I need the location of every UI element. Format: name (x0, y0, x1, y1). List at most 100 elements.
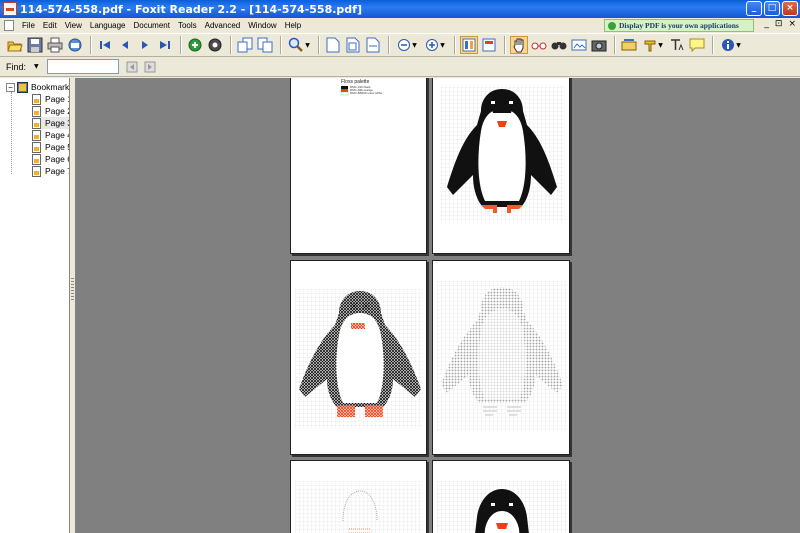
maximize-button[interactable]: □ (764, 1, 780, 16)
penguin-pattern-page (432, 78, 570, 254)
find-button[interactable] (550, 36, 568, 54)
promo-banner[interactable]: Display PDF is your own applications (604, 19, 754, 32)
menu-edit[interactable]: Edit (39, 21, 61, 30)
zoom-in-icon (426, 39, 439, 51)
fit-width-button[interactable] (364, 36, 382, 54)
next-page-button[interactable] (136, 36, 154, 54)
rotate-left-button[interactable] (236, 36, 254, 54)
text-tool-icon (671, 39, 684, 51)
close-button[interactable]: × (782, 1, 798, 16)
zoom-dropdown-caret-icon[interactable]: ▼ (305, 42, 310, 49)
fit-page-button[interactable] (344, 36, 362, 54)
toolbar-separator (280, 36, 282, 54)
print-icon (47, 37, 63, 53)
page-bookmark-icon (32, 153, 41, 165)
document-view[interactable]: Floss palette DMC-310 black DMC-946 oran… (75, 78, 800, 533)
title-bar: 114-574-558.pdf - Foxit Reader 2.2 - [11… (0, 0, 800, 18)
comment-button[interactable] (688, 36, 706, 54)
doc-restore-button[interactable]: ⊡ (775, 19, 783, 29)
print-button[interactable] (46, 36, 64, 54)
first-page-button[interactable] (96, 36, 114, 54)
doc-close-button[interactable]: × (788, 19, 796, 29)
find-options-caret-icon[interactable]: ▼ (34, 63, 39, 70)
sidebar-item-page-1[interactable]: Page 1 (32, 93, 69, 105)
menu-document[interactable]: Document (129, 21, 173, 30)
menu-bar: File Edit View Language Document Tools A… (0, 18, 800, 33)
sidebar-item-page-7[interactable]: Page 7 (32, 165, 69, 177)
typewriter-icon (621, 39, 637, 51)
loupe-button[interactable] (530, 36, 548, 54)
penguin-pattern-figure (439, 85, 565, 223)
rotate-right-button[interactable] (256, 36, 274, 54)
zoom-tool-button[interactable]: ▼ (286, 36, 312, 54)
bookmark-root[interactable]: − Bookmark (6, 81, 69, 93)
sidebar-item-page-5[interactable]: Page 5 (32, 141, 69, 153)
page-bookmark-icon (32, 165, 41, 177)
info-button[interactable]: ▼ (718, 36, 744, 54)
sidebar-item-page-6[interactable]: Page 6 (32, 153, 70, 165)
page-bookmark-icon (32, 93, 41, 105)
zoom-in-button[interactable]: ▼ (422, 36, 448, 54)
last-page-button[interactable] (156, 36, 174, 54)
toolbar-separator (504, 36, 506, 54)
thumbnails-icon (462, 38, 476, 52)
single-page-button[interactable] (480, 36, 498, 54)
bookmark-icon (17, 81, 28, 93)
floss-palette-page: Floss palette DMC-310 black DMC-946 oran… (290, 78, 427, 254)
zoom-in-caret-icon[interactable]: ▼ (440, 42, 445, 49)
rotate-left-icon (237, 37, 253, 53)
sidebar-item-page-2[interactable]: Page 2 (32, 105, 69, 117)
highlight-button[interactable]: ▼ (640, 36, 666, 54)
menu-help[interactable]: Help (281, 21, 305, 30)
last-page-icon (160, 41, 170, 49)
single-page-icon (482, 38, 496, 52)
menu-file[interactable]: File (18, 21, 39, 30)
menu-language[interactable]: Language (86, 21, 130, 30)
first-page-icon (100, 41, 110, 49)
go-back-icon (188, 38, 202, 52)
text-tool-button[interactable] (668, 36, 686, 54)
find-input[interactable] (46, 59, 119, 74)
palette-row: DMC-B5200 snow white (350, 91, 383, 95)
toolbar-separator (388, 36, 390, 54)
sidebar-item-page-3[interactable]: Page 3 (32, 117, 69, 129)
email-button[interactable] (66, 36, 84, 54)
info-caret-icon[interactable]: ▼ (736, 42, 741, 49)
next-page-icon (142, 41, 148, 49)
menu-view[interactable]: View (61, 21, 86, 30)
actual-size-icon (326, 37, 340, 53)
collapse-icon[interactable]: − (6, 82, 15, 92)
splitter-grip-icon[interactable] (71, 278, 74, 300)
hand-tool-button[interactable] (510, 36, 528, 54)
go-back-button[interactable] (186, 36, 204, 54)
save-button[interactable] (26, 36, 44, 54)
find-previous-button[interactable] (125, 60, 139, 74)
previous-page-button[interactable] (116, 36, 134, 54)
sidebar-item-label: Page 6 (45, 154, 70, 164)
find-next-button[interactable] (143, 60, 157, 74)
actual-size-button[interactable] (324, 36, 342, 54)
document-icon[interactable] (4, 20, 14, 31)
menu-tools[interactable]: Tools (174, 21, 201, 30)
menu-advanced[interactable]: Advanced (201, 21, 245, 30)
email-icon (68, 38, 82, 52)
info-icon (722, 39, 735, 51)
menu-window[interactable]: Window (244, 21, 280, 30)
sidebar-item-page-4[interactable]: Page 4 (32, 129, 69, 141)
zoom-out-button[interactable]: ▼ (394, 36, 420, 54)
thumbnails-button[interactable] (460, 36, 478, 54)
camera-button[interactable] (590, 36, 608, 54)
window-title: 114-574-558.pdf - Foxit Reader 2.2 - [11… (20, 2, 362, 16)
open-button[interactable] (6, 36, 24, 54)
page-bookmark-icon (32, 105, 41, 117)
minimize-button[interactable]: _ (746, 1, 762, 16)
foxit-app-icon[interactable] (3, 2, 17, 16)
zoom-out-caret-icon[interactable]: ▼ (412, 42, 417, 49)
typewriter-button[interactable] (620, 36, 638, 54)
snapshot-button[interactable] (570, 36, 588, 54)
penguin-cross-page (290, 260, 427, 455)
highlight-caret-icon[interactable]: ▼ (658, 42, 663, 49)
go-forward-button[interactable] (206, 36, 224, 54)
doc-minimize-button[interactable]: _ (764, 19, 769, 29)
find-label: Find: (6, 61, 27, 72)
